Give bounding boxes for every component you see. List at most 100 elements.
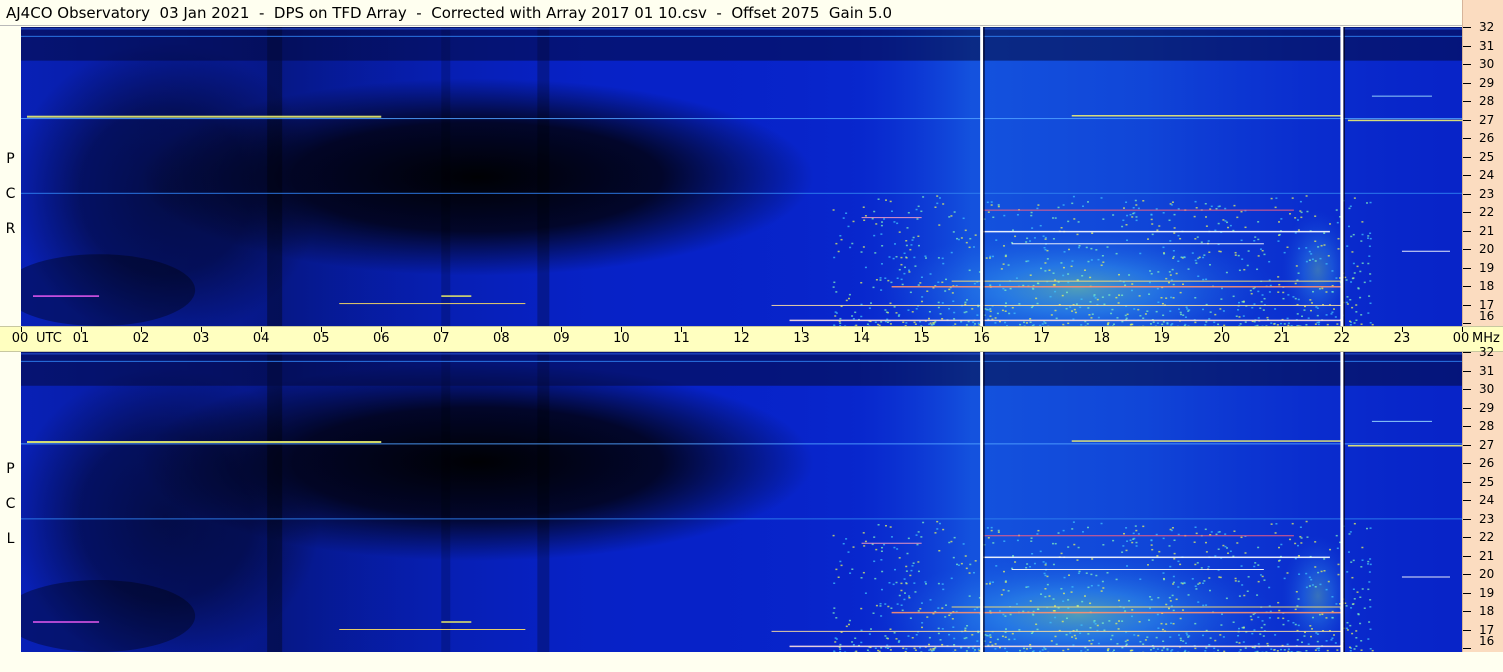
speckle bbox=[928, 636, 931, 639]
speckle bbox=[939, 313, 942, 315]
speckle bbox=[1060, 552, 1063, 555]
speckle bbox=[1162, 537, 1165, 540]
speckle bbox=[904, 650, 907, 652]
speckle bbox=[885, 199, 888, 201]
speckle bbox=[1003, 214, 1006, 217]
speckle bbox=[1309, 299, 1312, 301]
speckle bbox=[936, 195, 939, 197]
speckle bbox=[1079, 306, 1082, 309]
interference-line bbox=[861, 542, 922, 544]
freq-tick-label: 24 bbox=[1479, 168, 1495, 182]
speckle bbox=[1331, 291, 1334, 293]
speckle bbox=[1039, 550, 1042, 553]
speckle bbox=[995, 565, 998, 567]
speckle bbox=[1210, 531, 1213, 533]
time-tick-label: 11 bbox=[673, 331, 690, 346]
speckle bbox=[1308, 259, 1311, 261]
speckle bbox=[942, 528, 945, 531]
speckle bbox=[1241, 258, 1244, 260]
speckle bbox=[1351, 576, 1354, 579]
time-tick-mark bbox=[321, 327, 323, 332]
speckle bbox=[1359, 270, 1362, 273]
speckle bbox=[936, 202, 939, 205]
speckle bbox=[1314, 240, 1317, 243]
speckle bbox=[873, 210, 876, 213]
interference-line bbox=[981, 556, 1330, 559]
speckle bbox=[1172, 249, 1175, 252]
speckle bbox=[1138, 621, 1141, 623]
freq-tick-mark bbox=[1463, 323, 1471, 324]
speckle bbox=[921, 626, 924, 629]
speckle bbox=[1027, 586, 1030, 588]
speckle bbox=[868, 633, 871, 635]
speckle bbox=[880, 321, 883, 323]
speckle bbox=[929, 273, 932, 275]
speckle bbox=[1005, 628, 1008, 630]
speckle bbox=[884, 277, 887, 279]
speckle bbox=[1175, 272, 1178, 275]
speckle bbox=[1030, 306, 1033, 309]
speckle bbox=[990, 529, 993, 532]
time-marker-line bbox=[980, 352, 984, 652]
speckle bbox=[1002, 287, 1005, 290]
time-tick-label: 05 bbox=[312, 331, 330, 346]
time-tick-label: 06 bbox=[372, 331, 390, 346]
interference-line bbox=[1071, 440, 1342, 442]
speckle bbox=[1310, 253, 1313, 255]
speckle bbox=[910, 569, 913, 572]
speckle bbox=[1060, 226, 1063, 229]
speckle bbox=[1346, 296, 1349, 298]
interference-line bbox=[27, 115, 382, 118]
speckle bbox=[905, 565, 908, 568]
speckle bbox=[1220, 287, 1223, 290]
speckle bbox=[1071, 310, 1074, 312]
speckle bbox=[898, 557, 901, 559]
speckle bbox=[1023, 321, 1026, 324]
speckle bbox=[1352, 233, 1355, 236]
speckle bbox=[1259, 574, 1262, 576]
speckle bbox=[1195, 532, 1198, 535]
speckle bbox=[834, 641, 837, 643]
speckle bbox=[1018, 629, 1021, 631]
speckle bbox=[1234, 254, 1237, 256]
speckle bbox=[860, 281, 863, 284]
speckle bbox=[1214, 313, 1217, 316]
speckle bbox=[839, 322, 842, 324]
speckle bbox=[1325, 640, 1328, 642]
speckle bbox=[1108, 620, 1111, 622]
speckle bbox=[898, 268, 901, 271]
speckle bbox=[1278, 546, 1281, 549]
speckle bbox=[987, 211, 990, 213]
speckle bbox=[889, 649, 892, 651]
speckle bbox=[898, 314, 901, 316]
pol-label-letter: P bbox=[6, 151, 15, 167]
speckle bbox=[1096, 298, 1099, 301]
spectrogram-svg bbox=[21, 352, 1462, 652]
speckle bbox=[1300, 537, 1303, 539]
speckle bbox=[1052, 610, 1055, 612]
speckle bbox=[1259, 248, 1262, 250]
speckle bbox=[920, 210, 923, 213]
speckle bbox=[848, 623, 851, 626]
speckle bbox=[917, 235, 920, 238]
speckle bbox=[1333, 308, 1336, 310]
time-marker-shadow bbox=[1343, 352, 1345, 652]
speckle bbox=[880, 647, 883, 649]
speckle bbox=[1172, 283, 1175, 286]
speckle bbox=[1157, 301, 1160, 304]
speckle bbox=[1087, 307, 1090, 309]
speckle bbox=[1078, 570, 1081, 573]
speckle bbox=[968, 595, 971, 597]
speckle bbox=[884, 309, 887, 311]
speckle bbox=[1030, 540, 1033, 542]
speckle bbox=[1330, 313, 1333, 315]
speckle bbox=[1367, 563, 1370, 565]
speckle bbox=[1348, 320, 1351, 323]
interference-line bbox=[951, 606, 1342, 608]
speckle bbox=[1367, 638, 1370, 640]
speckle bbox=[1350, 561, 1353, 563]
time-tick-mark bbox=[81, 327, 83, 332]
speckle bbox=[1195, 588, 1198, 590]
speckle bbox=[1205, 604, 1208, 606]
speckle bbox=[924, 257, 927, 259]
